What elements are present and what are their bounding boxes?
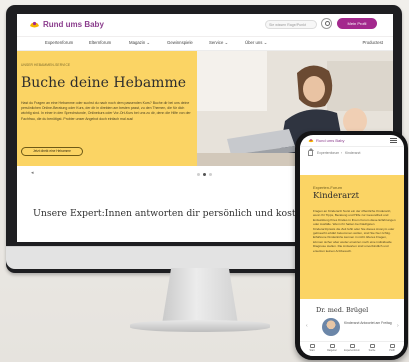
- bottom-nav-ratgeber[interactable]: Ratgeber: [322, 344, 342, 352]
- phone-screen: Rund ums Baby Expertenforum › Kinderarzt…: [300, 135, 404, 356]
- phone-hero-title: Kinderarzt: [313, 191, 360, 201]
- phone-header: Rund ums Baby: [300, 135, 404, 147]
- hero-text-panel: UNSER HEBAMMEN-SERVICE Buche deine Hebam…: [17, 51, 197, 166]
- main-nav: Expertenforum Elternforum Magazin ⌄ Gewi…: [17, 36, 393, 51]
- book-icon: [329, 344, 335, 348]
- hero-description: Hast du Fragen an eine Hebamme oder such…: [21, 101, 191, 121]
- expert-name[interactable]: Dr. med. Brügel: [316, 306, 368, 314]
- breadcrumb-separator: ›: [341, 151, 343, 155]
- nav-item-magazin[interactable]: Magazin ⌄: [129, 40, 150, 46]
- monitor-stand: [162, 268, 238, 324]
- chevron-left-icon[interactable]: ‹: [306, 323, 308, 329]
- hero-cta-button[interactable]: Jetzt direkt eine Hebamme: [21, 147, 83, 156]
- carousel-dot[interactable]: [197, 173, 200, 176]
- bottom-nav-start[interactable]: Start: [302, 344, 322, 352]
- hero-title: Buche deine Hebamme: [21, 75, 187, 91]
- bottom-nav-label: Suche: [368, 349, 376, 352]
- carousel-prev-button[interactable]: ◂: [31, 170, 34, 176]
- bottom-nav-label: Start: [309, 349, 315, 352]
- bottom-nav-profil[interactable]: Profil: [382, 344, 402, 352]
- user-icon: [389, 344, 395, 348]
- phone-hero-eyebrow: Experten-Forum: [313, 185, 342, 190]
- nav-item-expertenforum[interactable]: Expertenforum: [45, 40, 73, 45]
- chat-icon: [349, 344, 355, 348]
- logo-icon[interactable]: [29, 20, 40, 29]
- search-icon[interactable]: [321, 18, 332, 29]
- hero-eyebrow: UNSER HEBAMMEN-SERVICE: [21, 63, 71, 67]
- nav-item-gewinnspiele[interactable]: Gewinnspiele: [167, 40, 193, 45]
- monitor-stand-base: [130, 320, 270, 332]
- logo-text[interactable]: Rund ums Baby: [43, 20, 104, 29]
- bottom-nav-suche[interactable]: Suche: [362, 344, 382, 352]
- bottom-nav-label: Expertenforum: [344, 349, 360, 352]
- search-input[interactable]: Sie wissen Rage/Punkt: [265, 20, 317, 29]
- breadcrumb-item[interactable]: Expertenforum: [317, 151, 339, 155]
- search-icon: [369, 344, 375, 348]
- phone-logo-text[interactable]: Rund ums Baby: [316, 138, 344, 143]
- phone-hero-description: Fragen an Kinderarzt Sorst ein der öffen…: [313, 209, 396, 253]
- chevron-right-icon[interactable]: ›: [397, 323, 399, 329]
- breadcrumb-current: Kinderarzt: [345, 151, 361, 155]
- expert-avatar[interactable]: [322, 318, 340, 336]
- home-icon[interactable]: [308, 148, 314, 156]
- logo-icon[interactable]: [308, 138, 314, 143]
- experts-section-heading: Unsere Expert:Innen antworten dir persön…: [33, 208, 321, 219]
- hamburger-menu-icon[interactable]: [390, 138, 397, 143]
- nav-item-service[interactable]: Service ⌄: [209, 40, 228, 46]
- carousel-dot[interactable]: [209, 173, 212, 176]
- phone-bottom-nav: Start Ratgeber Expertenforum Suche Profi…: [300, 341, 404, 356]
- site-header: Rund ums Baby Sie wissen Rage/Punkt Mein…: [17, 14, 393, 37]
- expert-role: Kinderarzt Antwortet am Freitag: [344, 321, 392, 325]
- home-icon: [309, 344, 315, 348]
- bottom-nav-label: Profil: [389, 349, 395, 352]
- bottom-nav-expertenforum[interactable]: Expertenforum: [342, 344, 362, 352]
- nav-item-ueber-uns[interactable]: Über uns ⌄: [245, 40, 267, 46]
- nav-item-elternforum[interactable]: Elternforum: [89, 40, 111, 45]
- phone-hero: Experten-Forum Kinderarzt Fragen an Kind…: [300, 175, 404, 299]
- bottom-nav-label: Ratgeber: [327, 349, 337, 352]
- carousel-dot-active[interactable]: [203, 173, 206, 176]
- profile-button[interactable]: Mein Profil: [337, 18, 377, 29]
- nav-item-productest[interactable]: Productest: [362, 40, 383, 45]
